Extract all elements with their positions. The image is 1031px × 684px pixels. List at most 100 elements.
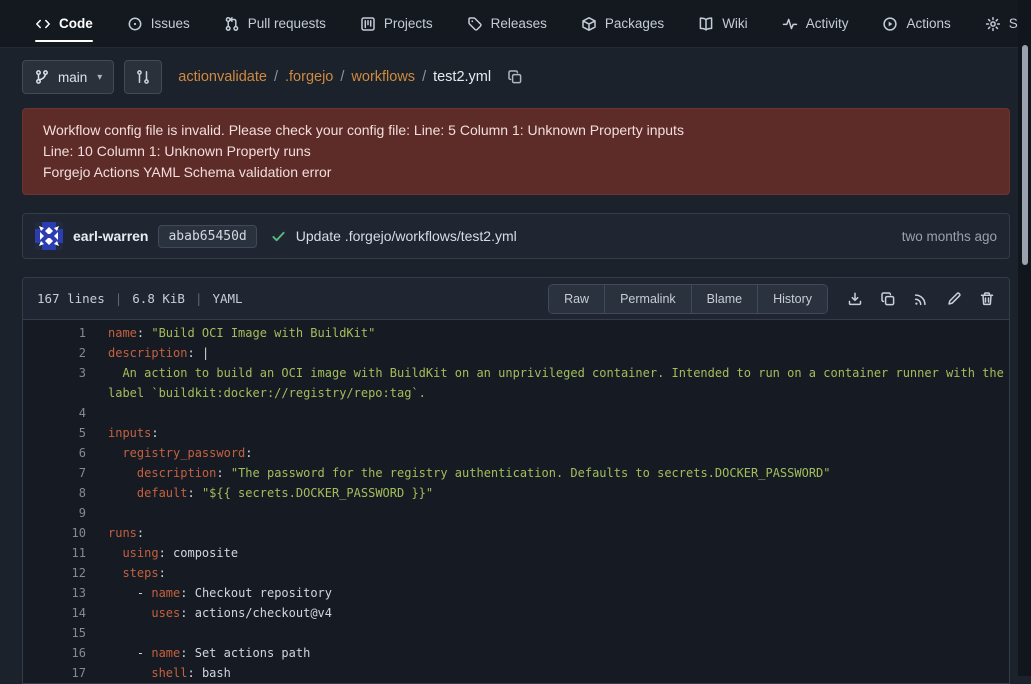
breadcrumb-separator: / xyxy=(422,69,426,85)
code-text: shell: bash xyxy=(86,663,1009,683)
commit-message[interactable]: Update .forgejo/workflows/test2.yml xyxy=(296,228,517,244)
package-icon xyxy=(581,16,597,32)
code-line: 9 xyxy=(23,503,1009,523)
code-text: inputs: xyxy=(86,423,1009,443)
tab-wiki[interactable]: Wiki xyxy=(698,0,748,47)
file-view: 167 lines | 6.8 KiB | YAML RawPermalinkB… xyxy=(22,277,1010,684)
breadcrumb-actionvalidate[interactable]: actionvalidate xyxy=(178,69,267,85)
code-line: 1name: "Build OCI Image with BuildKit" xyxy=(23,323,1009,343)
nav-tabs: Code Issues Pull requests Projects Releases P… xyxy=(35,0,1031,47)
code-line: 3 An action to build an OCI image with B… xyxy=(23,363,1009,403)
code-text: uses: actions/checkout@v4 xyxy=(86,603,1009,623)
history-button[interactable]: History xyxy=(758,285,827,313)
line-number[interactable]: 11 xyxy=(23,543,86,563)
tab-code[interactable]: Code xyxy=(35,0,93,47)
line-number[interactable]: 2 xyxy=(23,343,86,363)
code-text xyxy=(86,623,1009,643)
code-text xyxy=(86,503,1009,523)
error-banner: Workflow config file is invalid. Please … xyxy=(22,108,1010,195)
file-icon-actions xyxy=(847,291,995,307)
commit-status-check-icon[interactable] xyxy=(271,229,286,244)
book-icon xyxy=(698,16,714,32)
file-actions: RawPermalinkBlameHistory xyxy=(548,284,995,314)
play-circle-icon xyxy=(882,16,898,32)
tab-packages[interactable]: Packages xyxy=(581,0,664,47)
tab-actions[interactable]: Actions xyxy=(882,0,950,47)
breadcrumb-separator: / xyxy=(340,69,344,85)
scrollbar-track[interactable] xyxy=(1018,0,1031,676)
permalink-button[interactable]: Permalink xyxy=(605,285,692,313)
line-number[interactable]: 7 xyxy=(23,463,86,483)
copy-path-icon[interactable] xyxy=(507,69,523,85)
repo-nav: Code Issues Pull requests Projects Releases P… xyxy=(0,0,1031,48)
line-number[interactable]: 10 xyxy=(23,523,86,543)
commit-sha-badge[interactable]: abab65450d xyxy=(158,225,256,248)
tab-pull-requests[interactable]: Pull requests xyxy=(224,0,326,47)
tab-label: Projects xyxy=(384,16,433,31)
tab-label: Activity xyxy=(806,16,849,31)
rss-icon[interactable] xyxy=(913,291,929,307)
file-line-count: 167 lines xyxy=(37,291,105,306)
code-line: 6 registry_password: xyxy=(23,443,1009,463)
code-text: default: "${{ secrets.DOCKER_PASSWORD }}… xyxy=(86,483,1009,503)
file-view-buttons: RawPermalinkBlameHistory xyxy=(548,284,828,314)
file-stats: 167 lines | 6.8 KiB | YAML xyxy=(37,291,243,306)
commit-time: two months ago xyxy=(902,229,997,244)
breadcrumb-workflows[interactable]: workflows xyxy=(351,69,415,85)
line-number[interactable]: 12 xyxy=(23,563,86,583)
activity-icon xyxy=(782,16,798,32)
line-number[interactable]: 16 xyxy=(23,643,86,663)
stat-separator: | xyxy=(115,291,123,306)
avatar[interactable] xyxy=(35,222,63,250)
delete-icon[interactable] xyxy=(979,291,995,307)
tab-label: Code xyxy=(59,16,93,31)
compare-icon xyxy=(135,69,151,85)
tab-issues[interactable]: Issues xyxy=(127,0,190,47)
branch-selector[interactable]: main ▾ xyxy=(22,60,114,94)
tag-icon xyxy=(467,16,483,32)
copy-icon[interactable] xyxy=(880,291,896,307)
breadcrumb-test2-yml: test2.yml xyxy=(433,69,491,85)
line-number[interactable]: 1 xyxy=(23,323,86,343)
blame-button[interactable]: Blame xyxy=(692,285,758,313)
code-line: 5inputs: xyxy=(23,423,1009,443)
code-line: 2description: | xyxy=(23,343,1009,363)
line-number[interactable]: 3 xyxy=(23,363,86,403)
commit-author[interactable]: earl-warren xyxy=(73,228,148,244)
code-line: 8 default: "${{ secrets.DOCKER_PASSWORD … xyxy=(23,483,1009,503)
error-line: Workflow config file is invalid. Please … xyxy=(43,120,989,141)
code-line: 14 uses: actions/checkout@v4 xyxy=(23,603,1009,623)
code-icon xyxy=(35,16,51,32)
tab-label: Wiki xyxy=(722,16,748,31)
line-number[interactable]: 4 xyxy=(23,403,86,423)
breadcrumb-row: main ▾ actionvalidate / .forgejo / workflows… xyxy=(22,60,1010,94)
line-number[interactable]: 13 xyxy=(23,583,86,603)
code-line: 11 using: composite xyxy=(23,543,1009,563)
code-text: description: "The password for the regis… xyxy=(86,463,1009,483)
compare-button[interactable] xyxy=(124,60,162,94)
line-number[interactable]: 9 xyxy=(23,503,86,523)
code-line: 17 shell: bash xyxy=(23,663,1009,683)
code-text: - name: Set actions path xyxy=(86,643,1009,663)
line-number[interactable]: 17 xyxy=(23,663,86,683)
line-number[interactable]: 15 xyxy=(23,623,86,643)
line-number[interactable]: 5 xyxy=(23,423,86,443)
raw-button[interactable]: Raw xyxy=(549,285,605,313)
latest-commit: earl-warren abab65450d Update .forgejo/w… xyxy=(22,213,1010,259)
breadcrumb--forgejo[interactable]: .forgejo xyxy=(285,69,333,85)
file-size: 6.8 KiB xyxy=(132,291,185,306)
tab-releases[interactable]: Releases xyxy=(467,0,547,47)
file-header: 167 lines | 6.8 KiB | YAML RawPermalinkB… xyxy=(23,278,1009,320)
line-number[interactable]: 14 xyxy=(23,603,86,623)
download-icon[interactable] xyxy=(847,291,863,307)
tab-activity[interactable]: Activity xyxy=(782,0,849,47)
settings-icon xyxy=(985,16,1001,32)
tab-projects[interactable]: Projects xyxy=(360,0,433,47)
tab-label: Packages xyxy=(605,16,664,31)
code-text: runs: xyxy=(86,523,1009,543)
line-number[interactable]: 6 xyxy=(23,443,86,463)
scrollbar-thumb[interactable] xyxy=(1022,45,1028,265)
line-number[interactable]: 8 xyxy=(23,483,86,503)
edit-icon[interactable] xyxy=(946,291,962,307)
issue-icon xyxy=(127,16,143,32)
